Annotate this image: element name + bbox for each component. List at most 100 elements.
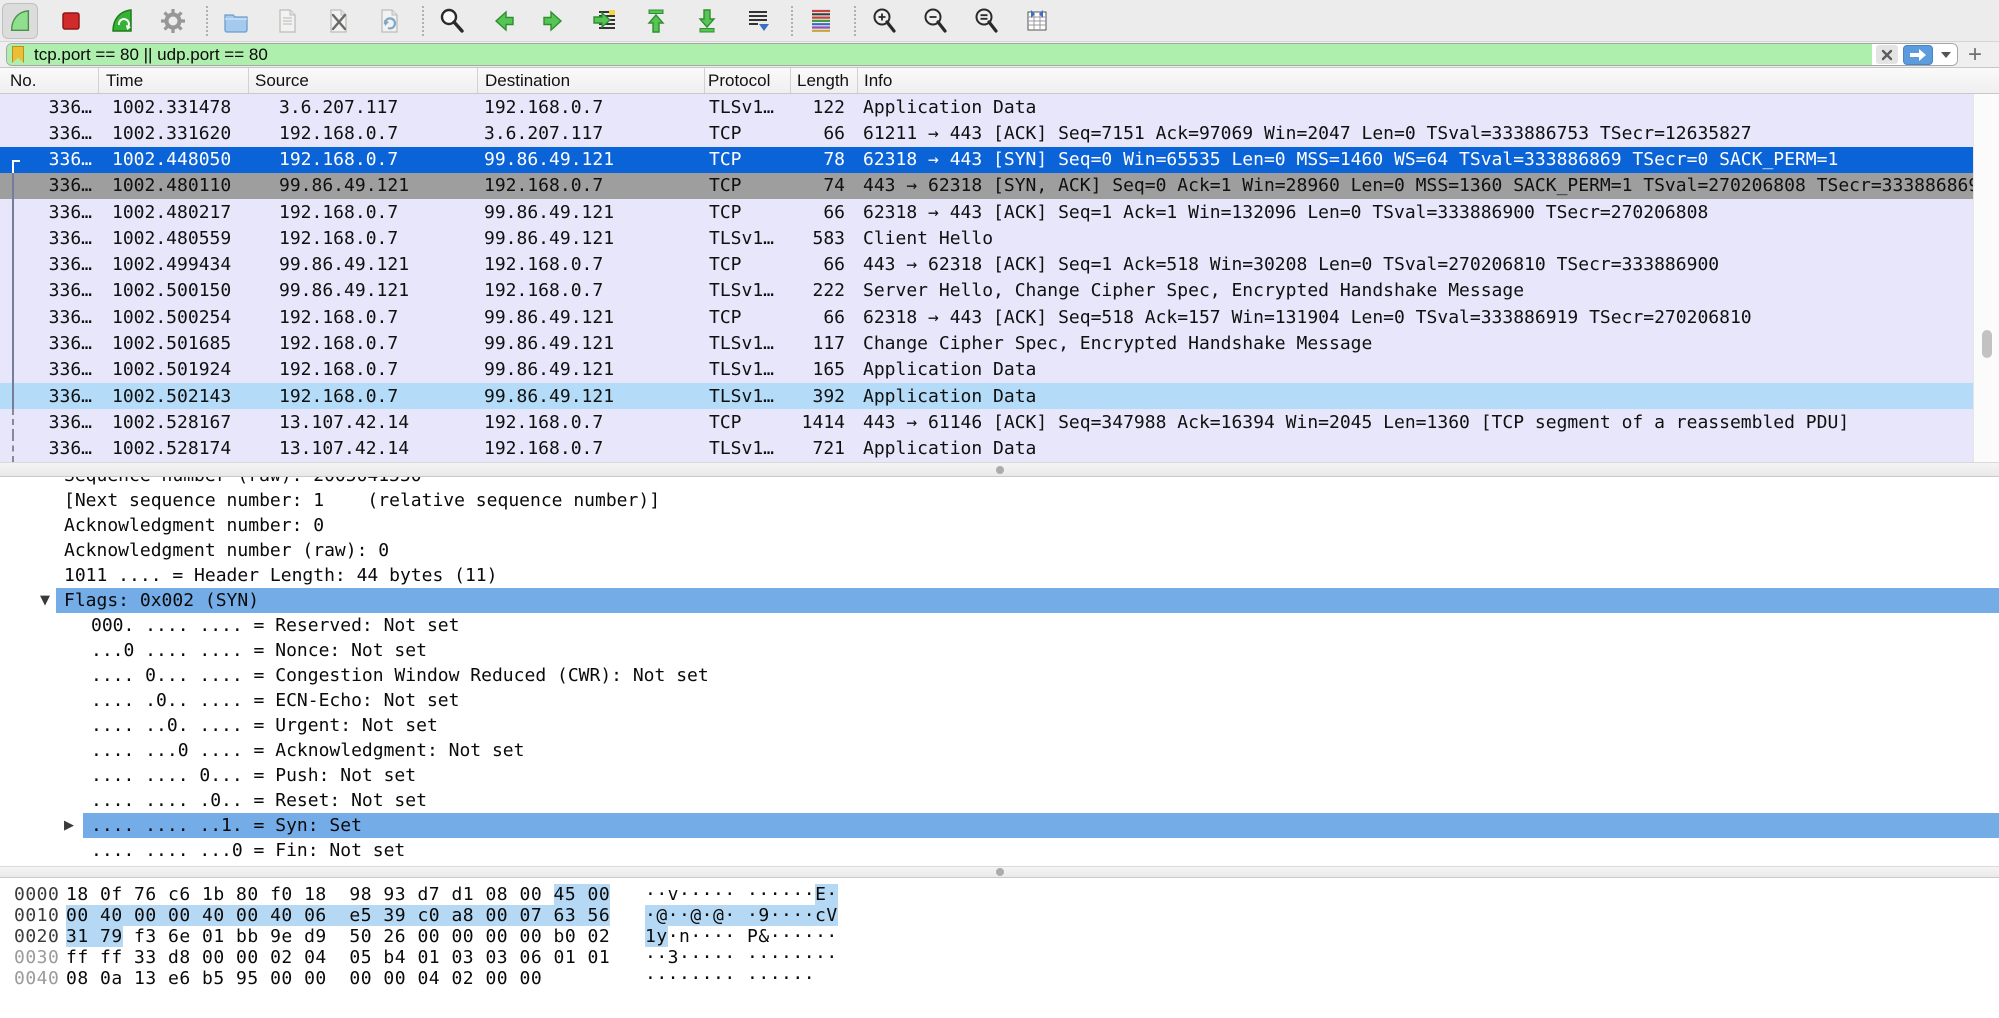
hex-bytes[interactable]: 18 0f 76 c6 1b 80 f0 18 98 93 d7 d1 08 0… — [66, 884, 610, 905]
cell-pro: TLSv1… — [705, 333, 791, 354]
cell-no: 336… — [0, 412, 99, 433]
cell-len: 165 — [791, 359, 858, 380]
packet-row[interactable]: 336…1002.52816713.107.42.14192.168.0.7TC… — [0, 409, 1973, 435]
detail-line[interactable]: ...0 .... .... = Nonce: Not set — [0, 638, 1999, 663]
hex-bytes[interactable]: 08 0a 13 e6 b5 95 00 00 00 00 04 02 00 0… — [66, 968, 542, 989]
cell-time: 1002.500150 — [99, 280, 249, 301]
colorize-icon[interactable] — [807, 7, 835, 35]
packet-row[interactable]: 336…1002.480559192.168.0.799.86.49.121TL… — [0, 225, 1973, 251]
detail-line[interactable]: Sequence number (raw): 2005041550 — [0, 477, 1999, 488]
filter-dropdown-caret[interactable] — [1941, 52, 1951, 58]
splitter-details-hex[interactable] — [0, 866, 1999, 878]
zoom-out-icon[interactable] — [921, 7, 949, 35]
scrollbar-thumb[interactable] — [1982, 330, 1992, 358]
packet-row[interactable]: 336…1002.3314783.6.207.117192.168.0.7TLS… — [0, 94, 1973, 120]
hex-row[interactable]: 001000 40 00 00 40 00 40 06 e5 39 c0 a8 … — [0, 905, 1999, 926]
detail-line[interactable]: .... .... ...0 = Fin: Not set — [0, 838, 1999, 863]
column-header-pro[interactable]: Protocol — [705, 68, 791, 93]
hex-bytes[interactable]: 00 40 00 00 40 00 40 06 e5 39 c0 a8 00 0… — [66, 905, 610, 926]
cell-time: 1002.480110 — [99, 175, 249, 196]
go-last-icon[interactable] — [693, 7, 721, 35]
auto-scroll-icon[interactable] — [744, 7, 772, 35]
cell-len: 117 — [791, 333, 858, 354]
zoom-in-icon[interactable] — [870, 7, 898, 35]
packet-row[interactable]: 336…1002.50015099.86.49.121192.168.0.7TL… — [0, 278, 1973, 304]
find-packet-icon[interactable] — [438, 7, 466, 35]
expanded-arrow-icon[interactable]: ▼ — [40, 588, 50, 613]
zoom-reset-icon[interactable] — [972, 7, 1000, 35]
save-file-icon[interactable] — [273, 7, 301, 35]
wireshark-window: tcp.port == 80 || udp.port == 80 + No.Ti… — [0, 0, 1999, 1018]
go-back-icon[interactable] — [489, 7, 517, 35]
capture-options-icon[interactable] — [159, 7, 187, 35]
detail-line[interactable]: 000. .... .... = Reserved: Not set — [0, 613, 1999, 638]
go-forward-icon[interactable] — [540, 7, 568, 35]
packet-row[interactable]: 336…1002.500254192.168.0.799.86.49.121TC… — [0, 304, 1973, 330]
cell-len: 122 — [791, 97, 858, 118]
resize-columns-icon[interactable] — [1023, 7, 1051, 35]
hex-ascii[interactable]: ··v····· ······E· — [645, 884, 838, 905]
detail-line[interactable]: 1011 .... = Header Length: 44 bytes (11) — [0, 563, 1999, 588]
packet-row[interactable]: 336…1002.502143192.168.0.799.86.49.121TL… — [0, 383, 1973, 409]
hex-ascii[interactable]: 1y·n···· P&······ — [645, 926, 838, 947]
splitter-list-details[interactable] — [0, 462, 1999, 477]
reload-file-icon[interactable] — [375, 7, 403, 35]
detail-line[interactable]: ▼Flags: 0x002 (SYN) — [0, 588, 1999, 613]
detail-line[interactable]: Acknowledgment number (raw): 0 — [0, 538, 1999, 563]
cell-time: 1002.501685 — [99, 333, 249, 354]
close-file-icon[interactable] — [324, 7, 352, 35]
column-header-dst[interactable]: Destination — [478, 68, 705, 93]
stop-capture-icon[interactable] — [57, 7, 85, 35]
cell-src: 192.168.0.7 — [249, 307, 478, 328]
detail-line[interactable]: Acknowledgment number: 0 — [0, 513, 1999, 538]
packet-list-scrollbar[interactable] — [1973, 94, 1999, 462]
column-header-time[interactable]: Time — [99, 68, 249, 93]
cell-src: 192.168.0.7 — [249, 359, 478, 380]
hex-row[interactable]: 0030ff ff 33 d8 00 00 02 04 05 b4 01 03 … — [0, 947, 1999, 968]
filter-add-button[interactable]: + — [1968, 45, 1982, 65]
start-capture-icon[interactable] — [2, 3, 38, 39]
filter-apply-button[interactable] — [1903, 45, 1933, 65]
detail-text: .... 0... .... = Congestion Window Reduc… — [91, 665, 709, 686]
detail-line[interactable]: .... .... .0.. = Reset: Not set — [0, 788, 1999, 813]
filter-input-area[interactable]: tcp.port == 80 || udp.port == 80 — [7, 44, 1872, 65]
detail-line[interactable]: [Next sequence number: 1 (relative seque… — [0, 488, 1999, 513]
packet-row[interactable]: 336…1002.480217192.168.0.799.86.49.121TC… — [0, 199, 1973, 225]
collapsed-arrow-icon[interactable]: ▶ — [64, 813, 74, 838]
hex-ascii[interactable]: ·@··@·@· ·9····cV — [645, 905, 838, 926]
restart-capture-icon[interactable] — [108, 7, 136, 35]
detail-line[interactable]: .... .... 0... = Push: Not set — [0, 763, 1999, 788]
cell-time: 1002.480217 — [99, 202, 249, 223]
column-header-inf[interactable]: Info — [858, 68, 1999, 93]
column-header-len[interactable]: Length — [791, 68, 858, 93]
display-filter-input[interactable]: tcp.port == 80 || udp.port == 80 — [34, 45, 268, 65]
packet-row[interactable]: 336…1002.49943499.86.49.121192.168.0.7TC… — [0, 252, 1973, 278]
packet-row[interactable]: 336…1002.501924192.168.0.799.86.49.121TL… — [0, 357, 1973, 383]
hex-row[interactable]: 000018 0f 76 c6 1b 80 f0 18 98 93 d7 d1 … — [0, 884, 1999, 905]
go-to-packet-icon[interactable] — [591, 7, 619, 35]
detail-line[interactable]: .... .0.. .... = ECN-Echo: Not set — [0, 688, 1999, 713]
detail-line[interactable]: .... ...0 .... = Acknowledgment: Not set — [0, 738, 1999, 763]
column-header-src[interactable]: Source — [249, 68, 478, 93]
open-file-icon[interactable] — [222, 7, 250, 35]
hex-ascii[interactable]: ··3····· ········ — [645, 947, 838, 968]
hex-bytes[interactable]: ff ff 33 d8 00 00 02 04 05 b4 01 03 03 0… — [66, 947, 610, 968]
packet-row[interactable]: 336…1002.448050192.168.0.799.86.49.121TC… — [0, 147, 1973, 173]
hex-row[interactable]: 002031 79 f3 6e 01 bb 9e d9 50 26 00 00 … — [0, 926, 1999, 947]
detail-line[interactable]: .... ..0. .... = Urgent: Not set — [0, 713, 1999, 738]
cell-dst: 99.86.49.121 — [478, 228, 705, 249]
go-first-icon[interactable] — [642, 7, 670, 35]
packet-row[interactable]: 336…1002.52817413.107.42.14192.168.0.7TL… — [0, 435, 1973, 461]
detail-line[interactable]: ▶.... .... ..1. = Syn: Set — [0, 813, 1999, 838]
display-filter-field[interactable]: tcp.port == 80 || udp.port == 80 — [6, 43, 1958, 66]
filter-clear-button[interactable] — [1876, 45, 1898, 64]
filter-bookmark-icon[interactable] — [12, 46, 24, 63]
hex-bytes[interactable]: 31 79 f3 6e 01 bb 9e d9 50 26 00 00 00 0… — [66, 926, 610, 947]
hex-row[interactable]: 004008 0a 13 e6 b5 95 00 00 00 00 04 02 … — [0, 968, 1999, 989]
packet-row[interactable]: 336…1002.501685192.168.0.799.86.49.121TL… — [0, 330, 1973, 356]
column-header-no[interactable]: No. — [0, 68, 99, 93]
packet-row[interactable]: 336…1002.48011099.86.49.121192.168.0.7TC… — [0, 173, 1973, 199]
packet-row[interactable]: 336…1002.331620192.168.0.73.6.207.117TCP… — [0, 120, 1973, 146]
detail-line[interactable]: .... 0... .... = Congestion Window Reduc… — [0, 663, 1999, 688]
hex-ascii[interactable]: ········ ······ — [645, 968, 815, 989]
